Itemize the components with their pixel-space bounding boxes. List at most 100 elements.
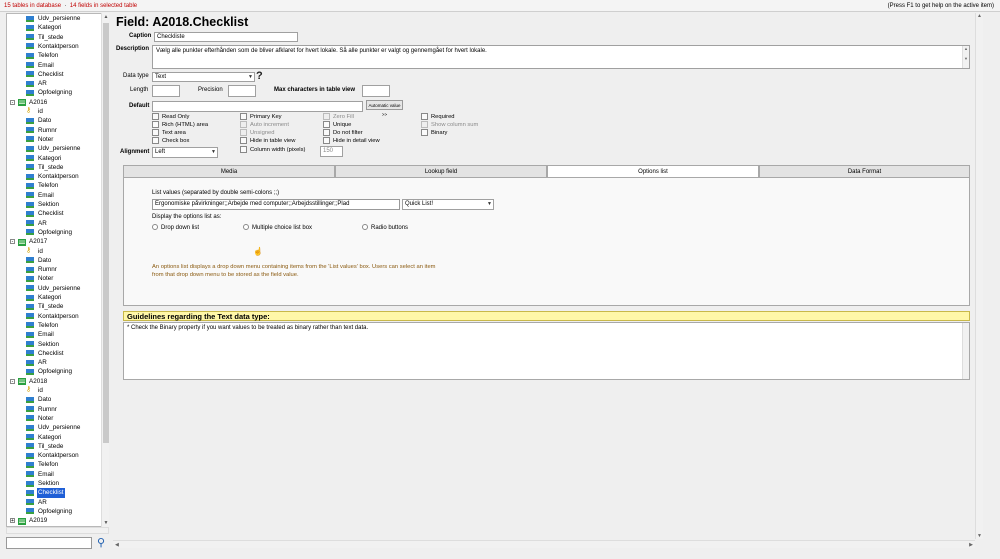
description-scrollbar[interactable]: ▲ ▼ xyxy=(962,46,969,68)
scroll-up-icon[interactable]: ▲ xyxy=(977,13,982,19)
hide-in-table-view-checkbox[interactable]: Hide in table view xyxy=(240,137,295,145)
tab-lookup-field[interactable]: Lookup field xyxy=(335,165,547,177)
tree-field-checklist[interactable]: Checklist xyxy=(7,70,107,79)
tree-field-opfoelgning[interactable]: Opfoelgning xyxy=(7,88,107,97)
binary-checkbox[interactable]: Binary xyxy=(421,129,447,137)
schema-tree[interactable]: Udv_persienne Kategori Til_stede Kontaktper… xyxy=(6,13,109,527)
default-input[interactable] xyxy=(152,101,363,112)
tree-table-a2019[interactable]: + A2019 xyxy=(7,516,107,525)
tree-field-kontaktperson[interactable]: Kontaktperson xyxy=(7,312,107,321)
length-input[interactable] xyxy=(152,85,180,97)
tree-field-email[interactable]: Email xyxy=(7,191,107,200)
tree-scroll-thumb[interactable] xyxy=(103,23,109,443)
text-area-checkbox[interactable]: Text area xyxy=(152,129,186,137)
checkbox-box[interactable] xyxy=(152,121,159,128)
tree-field-ar[interactable]: AR xyxy=(7,358,107,367)
tree-field-dato[interactable]: Dato xyxy=(7,395,107,404)
radio-circle[interactable] xyxy=(152,224,158,231)
collapse-icon[interactable]: - xyxy=(10,239,15,245)
tree-field-telefon[interactable]: Telefon xyxy=(7,181,107,190)
required-checkbox[interactable]: Required xyxy=(421,113,455,121)
precision-input[interactable] xyxy=(228,85,256,97)
max-chars-input[interactable] xyxy=(362,85,390,97)
tree-field-kategori[interactable]: Kategori xyxy=(7,23,107,32)
checkbox-box[interactable] xyxy=(421,113,428,120)
description-textarea[interactable]: Vælg alle punkter efterhånden som de bli… xyxy=(152,45,970,69)
radio-circle[interactable] xyxy=(243,224,249,231)
tree-field-udv-persienne[interactable]: Udv_persienne xyxy=(7,284,107,293)
scroll-down-icon[interactable]: ▼ xyxy=(102,519,110,527)
tree-field-telefon[interactable]: Telefon xyxy=(7,321,107,330)
tree-field-dato[interactable]: Dato xyxy=(7,256,107,265)
tree-field-rumnr[interactable]: Rumnr xyxy=(7,126,107,135)
radio-drop-down-list[interactable]: Drop down list xyxy=(152,224,199,232)
tree-field-email[interactable]: Email xyxy=(7,470,107,479)
tree-field-rumnr[interactable]: Rumnr xyxy=(7,405,107,414)
scroll-up-icon[interactable]: ▲ xyxy=(102,13,110,21)
tree-field-til-stede[interactable]: Til_stede xyxy=(7,442,107,451)
column-width-input[interactable]: 150 xyxy=(320,146,343,157)
tree-field-kategori[interactable]: Kategori xyxy=(7,154,107,163)
checkbox-box[interactable] xyxy=(240,146,247,153)
main-vertical-scrollbar[interactable]: ▲ ▼ xyxy=(975,13,983,539)
alignment-select[interactable]: Left ▼ xyxy=(152,147,218,158)
tree-field-noter[interactable]: Noter xyxy=(7,414,107,423)
expand-icon[interactable]: + xyxy=(10,518,15,524)
tree-vertical-scrollbar[interactable]: ▲ ▼ xyxy=(101,13,109,527)
tree-field-udv-persienne[interactable]: Udv_persienne xyxy=(7,14,107,23)
tab-data-format[interactable]: Data Format xyxy=(759,165,970,177)
checkbox-box[interactable] xyxy=(240,137,247,144)
scroll-left-icon[interactable]: ◀ xyxy=(115,542,119,548)
caption-input[interactable]: Checkliste xyxy=(154,32,298,42)
checkbox-box[interactable] xyxy=(323,121,330,128)
tree-field-noter[interactable]: Noter xyxy=(7,135,107,144)
help-icon[interactable]: ? xyxy=(256,70,263,82)
tree-field-id[interactable]: ⚷ id xyxy=(7,386,107,395)
checkbox-box[interactable] xyxy=(323,137,330,144)
tree-field-email[interactable]: Email xyxy=(7,61,107,70)
tree-field-id[interactable]: ⚷ id xyxy=(7,107,107,116)
tree-search-input[interactable] xyxy=(6,537,92,549)
checkbox-box[interactable] xyxy=(421,129,428,136)
checkbox-box[interactable] xyxy=(152,129,159,136)
tree-field-opfoelgning[interactable]: Opfoelgning xyxy=(7,507,107,516)
radio-radio-buttons[interactable]: Radio buttons xyxy=(362,224,408,232)
tree-field-opfoelgning[interactable]: Opfoelgning xyxy=(7,367,107,376)
radio-circle[interactable] xyxy=(362,224,368,231)
tree-field-sektion[interactable]: Sektion xyxy=(7,200,107,209)
checkbox-box[interactable] xyxy=(152,137,159,144)
tree-field-udv-persienne[interactable]: Udv_persienne xyxy=(7,144,107,153)
tree-field-sektion[interactable]: Sektion xyxy=(7,479,107,488)
tree-field-kategori[interactable]: Kategori xyxy=(7,433,107,442)
collapse-icon[interactable]: - xyxy=(10,378,15,384)
tree-field-id[interactable]: ⚷ id xyxy=(7,247,107,256)
scroll-right-icon[interactable]: ▶ xyxy=(969,542,973,548)
tree-field-udv-persienne[interactable]: Udv_persienne xyxy=(7,423,107,432)
tree-field-noter[interactable]: Noter xyxy=(7,274,107,283)
tree-field-ar[interactable]: AR xyxy=(7,219,107,228)
rich-html-checkbox[interactable]: Rich (HTML) area xyxy=(152,121,208,129)
tree-field-kontaktperson[interactable]: Kontaktperson xyxy=(7,451,107,460)
tree-field-dato[interactable]: Dato xyxy=(7,116,107,125)
search-icon[interactable]: ⚲ xyxy=(94,536,108,550)
tree-field-checklist[interactable]: Checklist xyxy=(7,349,107,358)
do-not-filter-checkbox[interactable]: Do not filter xyxy=(323,129,363,137)
column-width-checkbox[interactable]: Column width (pixels) xyxy=(240,146,305,154)
tree-field-opfoelgning[interactable]: Opfoelgning xyxy=(7,228,107,237)
tree-field-til-stede[interactable]: Til_stede xyxy=(7,33,107,42)
checkbox-box[interactable] xyxy=(240,113,247,120)
tree-field-kontaktperson[interactable]: Kontaktperson xyxy=(7,172,107,181)
tree-field-telefon[interactable]: Telefon xyxy=(7,51,107,60)
guidelines-scrollbar[interactable] xyxy=(962,323,969,379)
tree-field-sektion[interactable]: Sektion xyxy=(7,340,107,349)
checkbox-box[interactable] xyxy=(152,113,159,120)
checkbox-box[interactable] xyxy=(323,129,330,136)
tree-field-ar[interactable]: AR xyxy=(7,498,107,507)
tree-field-email[interactable]: Email xyxy=(7,330,107,339)
tree-field-til-stede[interactable]: Til_stede xyxy=(7,302,107,311)
scroll-down-icon[interactable]: ▼ xyxy=(977,533,982,539)
tree-field-checklist[interactable]: Checklist xyxy=(7,209,107,218)
automatic-value-button[interactable]: Automatic value >> xyxy=(366,100,403,117)
collapse-icon[interactable]: - xyxy=(10,99,15,105)
tree-field-telefon[interactable]: Telefon xyxy=(7,460,107,469)
